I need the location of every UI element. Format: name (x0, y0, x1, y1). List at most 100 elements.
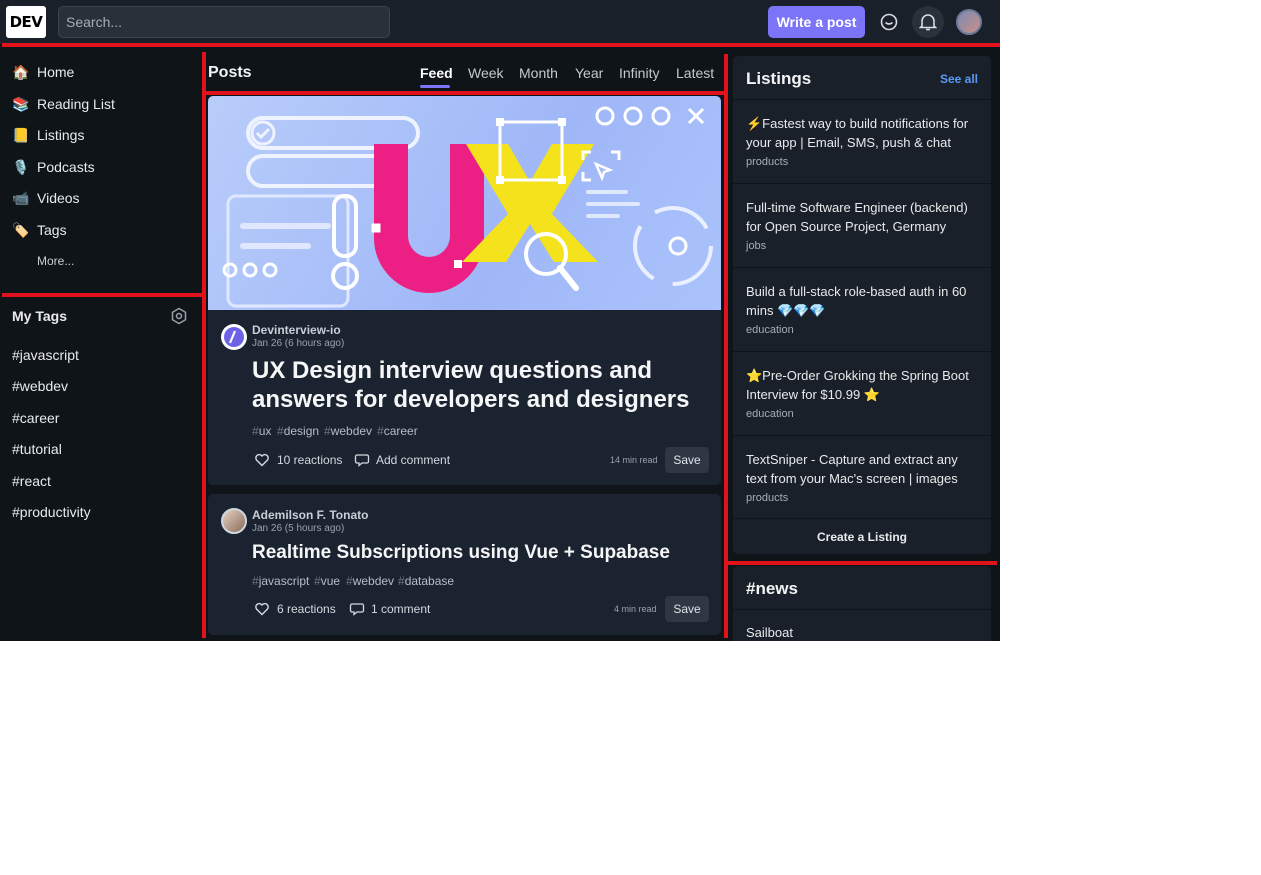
comment-bubble-icon (354, 454, 370, 467)
save-button[interactable]: Save (665, 447, 709, 473)
post-tag[interactable]: #webdev (346, 574, 394, 588)
comment-button[interactable]: Add comment (354, 452, 450, 468)
dev-logo[interactable]: DEV (6, 6, 46, 38)
listing-item[interactable]: TextSniper - Capture and extract any text… (733, 435, 991, 519)
post-card: Ademilson F. Tonato Jan 26 (5 hours ago)… (208, 494, 721, 635)
write-post-button[interactable]: Write a post (768, 6, 865, 38)
tag-link[interactable]: #tutorial (12, 441, 62, 457)
listing-category: education (746, 408, 794, 420)
comment-label: 1 comment (371, 602, 431, 616)
listing-category: products (746, 156, 789, 168)
author-name[interactable]: Devinterview-io (252, 323, 341, 337)
news-item-title: Sailboat (746, 625, 793, 640)
books-icon: 📚 (12, 95, 30, 112)
tag-settings-gear-icon[interactable] (170, 307, 188, 325)
sidebar-item-podcasts[interactable]: 🎙️ Podcasts (6, 152, 196, 182)
post-tag[interactable]: #ux (252, 424, 271, 438)
sidebar-item-listings[interactable]: 📒 Listings (6, 120, 196, 150)
news-item[interactable]: Sailboat (733, 609, 991, 641)
label-tag-icon: 🏷️ (12, 221, 30, 238)
reactions-button[interactable]: 6 reactions (254, 601, 336, 617)
post-title-line: answers for developers and designers (252, 386, 690, 413)
reactions-count: 10 reactions (277, 453, 343, 467)
heart-icon (255, 453, 269, 467)
reactions-button[interactable]: 10 reactions (254, 452, 342, 468)
user-avatar[interactable] (956, 9, 982, 35)
tab-month[interactable]: Month (519, 65, 558, 81)
comment-button[interactable]: 1 comment (349, 601, 430, 617)
top-header: DEV Write a post (0, 0, 1000, 44)
house-icon: 🏠 (12, 63, 30, 80)
ux-illustration (222, 106, 713, 308)
my-tags-title: My Tags (12, 308, 67, 324)
chat-icon[interactable] (873, 6, 905, 38)
highlight-border (2, 43, 1000, 47)
tag-link[interactable]: #javascript (12, 347, 79, 363)
sidebar-item-tags[interactable]: 🏷️ Tags (6, 215, 196, 245)
tag-link[interactable]: #productivity (12, 504, 91, 520)
sidebar-more-link[interactable]: More... (37, 254, 74, 268)
listing-title: ⭐Pre-Order Grokking the Spring Boot Inter… (746, 368, 969, 402)
see-all-link[interactable]: See all (940, 72, 978, 86)
post-tag[interactable]: #database (398, 574, 454, 588)
sidebar-item-label: Tags (37, 222, 67, 238)
search-input[interactable] (58, 6, 390, 38)
author-name[interactable]: Ademilson F. Tonato (252, 508, 368, 522)
tab-week[interactable]: Week (468, 65, 504, 81)
highlight-border (2, 293, 204, 297)
post-tag[interactable]: #design (277, 424, 319, 438)
post-cover-image[interactable]: UX (208, 96, 721, 310)
listing-item[interactable]: ⭐Pre-Order Grokking the Spring Boot Inter… (733, 351, 991, 435)
read-time: 4 min read (614, 604, 657, 614)
listing-item[interactable]: Build a full-stack role-based auth in 60… (733, 267, 991, 351)
highlight-border (728, 561, 997, 565)
listing-title: Full-time Software Engineer (backend) for… (746, 200, 968, 234)
post-title[interactable]: Realtime Subscriptions using Vue + Supab… (252, 538, 670, 567)
listings-panel: Listings See all ⚡Fastest way to build n… (733, 56, 991, 554)
highlight-border (202, 52, 206, 638)
listing-title: TextSniper - Capture and extract any text… (746, 452, 958, 486)
comment-bubble-icon (349, 603, 365, 616)
listing-category: jobs (746, 240, 767, 252)
author-avatar[interactable] (221, 508, 247, 534)
heart-icon (255, 602, 269, 616)
tab-feed[interactable]: Feed (420, 65, 453, 81)
video-camera-icon: 📹 (12, 189, 30, 206)
listing-item[interactable]: ⚡Fastest way to build notifications for y… (733, 99, 991, 183)
sidebar-item-label: Videos (37, 190, 80, 206)
post-tag[interactable]: #webdev (324, 424, 372, 438)
create-listing-button[interactable]: Create a Listing (733, 518, 991, 554)
listing-title: ⚡Fastest way to build notifications for y… (746, 116, 969, 150)
highlight-border (724, 54, 728, 638)
sidebar-item-reading-list[interactable]: 📚 Reading List (6, 89, 196, 119)
sidebar-item-videos[interactable]: 📹 Videos (6, 183, 196, 213)
comment-label: Add comment (376, 453, 451, 467)
microphone-icon: 🎙️ (12, 158, 30, 175)
tag-link[interactable]: #webdev (12, 378, 68, 394)
sidebar-item-label: Reading List (37, 96, 115, 112)
sidebar-item-label: Podcasts (37, 159, 95, 175)
post-date: Jan 26 (5 hours ago) (252, 523, 345, 534)
tab-year[interactable]: Year (575, 65, 603, 81)
sidebar-item-home[interactable]: 🏠 Home (6, 57, 196, 87)
sidebar-item-label: Home (37, 64, 75, 80)
posts-heading: Posts (208, 64, 252, 81)
save-button[interactable]: Save (665, 596, 709, 622)
tag-link[interactable]: #react (12, 473, 51, 489)
post-tag[interactable]: #vue (314, 574, 340, 588)
tab-latest[interactable]: Latest (676, 65, 714, 81)
post-tag[interactable]: #javascript (252, 574, 309, 588)
tag-link[interactable]: #career (12, 410, 59, 426)
notifications-bell-icon[interactable] (912, 6, 944, 38)
read-time: 14 min read (610, 455, 658, 465)
author-avatar[interactable] (221, 324, 247, 350)
listing-item[interactable]: Full-time Software Engineer (backend) for… (733, 183, 991, 267)
post-title[interactable]: UX Design interview questions and answer… (252, 356, 690, 414)
highlight-border (206, 91, 728, 95)
post-date: Jan 26 (6 hours ago) (252, 338, 345, 349)
listing-category: products (746, 492, 789, 504)
post-tag[interactable]: #career (377, 424, 418, 438)
listings-title[interactable]: Listings (746, 69, 811, 89)
news-title[interactable]: #news (746, 579, 798, 599)
tab-infinity[interactable]: Infinity (619, 65, 659, 81)
